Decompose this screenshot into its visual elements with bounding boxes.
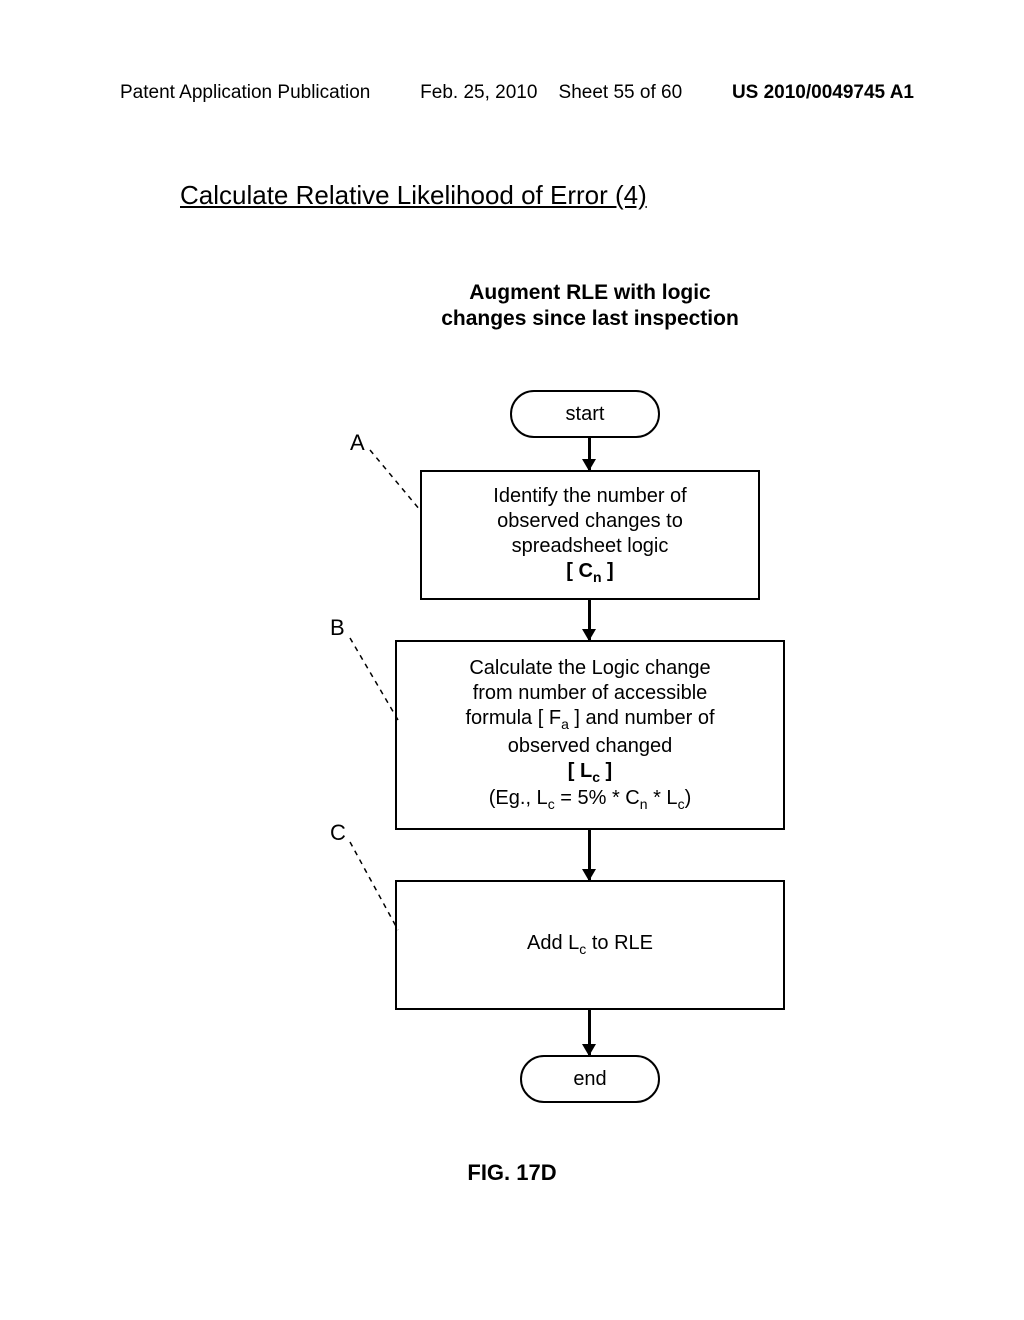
terminator-end: end <box>520 1055 660 1103</box>
step-c-text: Add Lc to RLE <box>527 931 653 959</box>
step-a-line2: observed changes to <box>497 509 683 534</box>
arrow-b-to-c <box>588 830 591 880</box>
arrow-a-to-b <box>588 600 591 640</box>
step-b-line3: formula [ Fa ] and number of <box>465 706 714 734</box>
terminator-start: start <box>510 390 660 438</box>
step-a-line1: Identify the number of <box>493 484 686 509</box>
step-b-symbol: [ Lc ] <box>568 759 612 787</box>
flowchart: start Identify the number of observed ch… <box>0 0 1024 1320</box>
terminator-start-label: start <box>566 403 605 426</box>
figure-label: FIG. 17D <box>0 1160 1024 1186</box>
step-b-line2: from number of accessible <box>473 681 708 706</box>
terminator-end-label: end <box>573 1068 606 1091</box>
step-b-line1: Calculate the Logic change <box>469 656 710 681</box>
arrow-start-to-a <box>588 438 591 470</box>
arrow-c-to-end <box>588 1010 591 1055</box>
pointer-label-a: A <box>350 430 365 456</box>
step-a-line3: spreadsheet logic <box>512 534 669 559</box>
step-a-box: Identify the number of observed changes … <box>420 470 760 600</box>
step-b-box: Calculate the Logic change from number o… <box>395 640 785 830</box>
page: Patent Application Publication Feb. 25, … <box>0 0 1024 1320</box>
step-b-line4: observed changed <box>508 734 673 759</box>
pointer-label-b: B <box>330 615 345 641</box>
step-a-symbol: [ Cn ] <box>566 559 613 587</box>
pointer-label-c: C <box>330 820 346 846</box>
step-b-example: (Eg., Lc = 5% * Cn * Lc) <box>489 786 691 814</box>
step-c-box: Add Lc to RLE <box>395 880 785 1010</box>
